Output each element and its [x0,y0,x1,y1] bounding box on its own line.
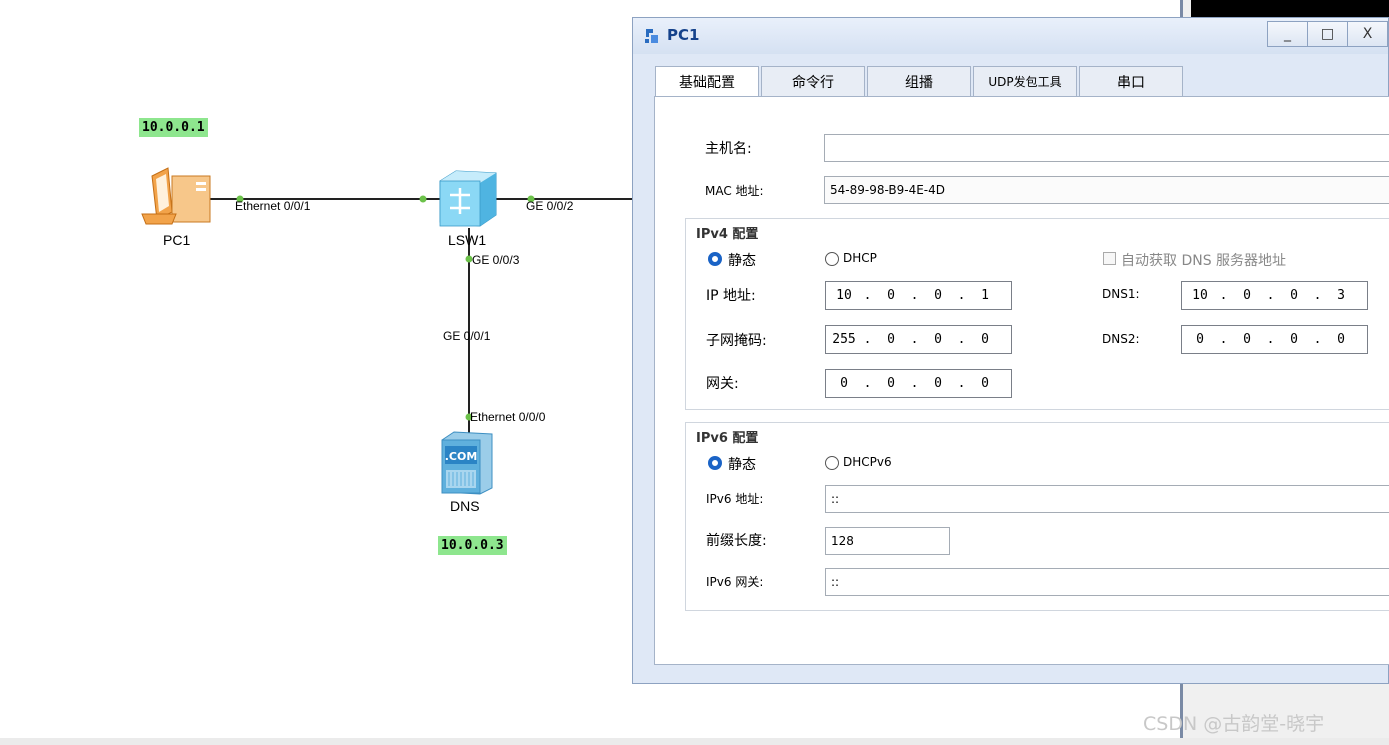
ip-octet: 0 [934,288,942,303]
node-label-pc1: PC1 [163,232,191,248]
tab-basic-config[interactable]: 基础配置 [655,66,759,97]
dns2-input[interactable]: 0. 0. 0. 0 [1181,325,1368,354]
tab-multicast[interactable]: 组播 [867,66,971,96]
node-label-dns: DNS [450,498,480,514]
mac-label: MAC 地址: [705,184,764,198]
ipv4-static-label: 静态 [728,253,756,269]
ipv6-static-label: 静态 [728,457,756,473]
node-label-lsw1: LSW1 [448,232,487,248]
ipv4-static-radio[interactable] [708,252,722,266]
ipv6-dhcp-label: DHCPv6 [843,455,892,469]
basic-config-panel: 主机名: MAC 地址: 54-89-98-B9-4E-4D IPv4 配置 静… [654,96,1389,665]
ip-octet: 0 [1243,288,1251,303]
maximize-button[interactable]: □ [1308,22,1348,46]
ipv6-section: IPv6 配置 静态 DHCPv6 IPv6 地址: :: 前缀长度: 128 … [685,422,1389,611]
ip-octet: 10 [1192,288,1208,303]
gateway-input[interactable]: 0. 0. 0. 0 [825,369,1012,398]
ip-octet: 0 [1196,332,1204,347]
minimize-icon: _ [1284,26,1291,42]
tab-command-line[interactable]: 命令行 [761,66,865,96]
ip-octet: 0 [887,332,895,347]
subnet-mask-label: 子网掩码: [706,333,767,349]
gateway-label: 网关: [706,376,739,392]
ip-label-pc1: 10.0.0.1 [139,118,208,137]
ipv6-static-radio[interactable] [708,456,722,470]
ipv6-dhcp-radio[interactable] [825,456,839,470]
dialog-titlebar[interactable]: PC1 _ □ X [633,18,1388,54]
port-label: GE 0/0/1 [443,329,491,343]
port-label: Ethernet 0/0/0 [470,410,546,424]
tab-serial[interactable]: 串口 [1079,66,1183,96]
watermark: CSDN @古韵堂-晓宇 [1143,713,1325,735]
dns-icon-text: .COM [445,450,478,463]
window-controls: _ □ X [1267,21,1388,47]
ipv4-section-title: IPv4 配置 [694,223,761,242]
status-bar [0,738,1389,745]
pc-icon[interactable] [141,167,211,225]
ip-octet: 1 [981,288,989,303]
ip-octet: 255 [832,332,856,347]
port-label: GE 0/0/3 [472,253,520,267]
minimize-button[interactable]: _ [1268,22,1308,46]
dns2-label: DNS2: [1102,332,1140,346]
pc-network-icon [645,29,658,43]
ip-octet: 3 [1337,288,1345,303]
port-label: Ethernet 0/0/1 [235,199,311,213]
switch-icon[interactable] [439,170,497,227]
ip-octet: 0 [887,376,895,391]
ip-octet: 0 [1290,288,1298,303]
dns1-input[interactable]: 10. 0. 0. 3 [1181,281,1368,310]
ip-label-dns: 10.0.0.3 [438,536,507,555]
ip-address-input[interactable]: 10. 0. 0. 1 [825,281,1012,310]
port-dot [419,195,427,203]
ip-octet: 0 [840,376,848,391]
dialog-title: PC1 [667,26,700,44]
ipv4-dhcp-radio[interactable] [825,252,839,266]
ip-octet: 0 [1337,332,1345,347]
dns1-label: DNS1: [1102,287,1140,301]
ipv6-gateway-input[interactable]: :: [825,568,1389,596]
port-label: GE 0/0/2 [526,199,574,213]
close-button[interactable]: X [1348,22,1388,46]
pc1-config-dialog: PC1 _ □ X 基础配置 命令行 组播 UDP发包工具 串口 主机名: MA… [632,17,1389,684]
ip-octet: 0 [934,376,942,391]
tab-udp-tool[interactable]: UDP发包工具 [973,66,1077,96]
close-icon: X [1362,26,1373,42]
ipv6-address-input[interactable]: :: [825,485,1389,513]
ipv6-section-title: IPv6 配置 [694,427,761,446]
dns-server-icon[interactable]: .COM [441,431,493,495]
auto-dns-checkbox[interactable] [1103,252,1116,265]
subnet-mask-input[interactable]: 255. 0. 0. 0 [825,325,1012,354]
auto-dns-label: 自动获取 DNS 服务器地址 [1121,253,1287,269]
ip-octet: 0 [1243,332,1251,347]
ipv6-address-label: IPv6 地址: [706,492,764,506]
ip-address-label: IP 地址: [706,288,756,304]
ip-octet: 0 [981,376,989,391]
prefix-length-input[interactable]: 128 [825,527,950,555]
mac-field: 54-89-98-B9-4E-4D [824,176,1389,204]
ipv4-dhcp-label: DHCP [843,251,877,265]
ip-octet: 0 [934,332,942,347]
maximize-icon: □ [1320,26,1335,42]
hostname-label: 主机名: [705,141,752,157]
prefix-length-label: 前缀长度: [706,533,767,549]
ipv6-gateway-label: IPv6 网关: [706,575,764,589]
dialog-tabs: 基础配置 命令行 组播 UDP发包工具 串口 [655,66,1185,97]
ip-octet: 0 [887,288,895,303]
ip-octet: 0 [1290,332,1298,347]
hostname-input[interactable] [824,134,1389,162]
ip-octet: 10 [836,288,852,303]
ipv4-section: IPv4 配置 静态 DHCP 自动获取 DNS 服务器地址 IP 地址: 10… [685,218,1389,410]
ip-octet: 0 [981,332,989,347]
